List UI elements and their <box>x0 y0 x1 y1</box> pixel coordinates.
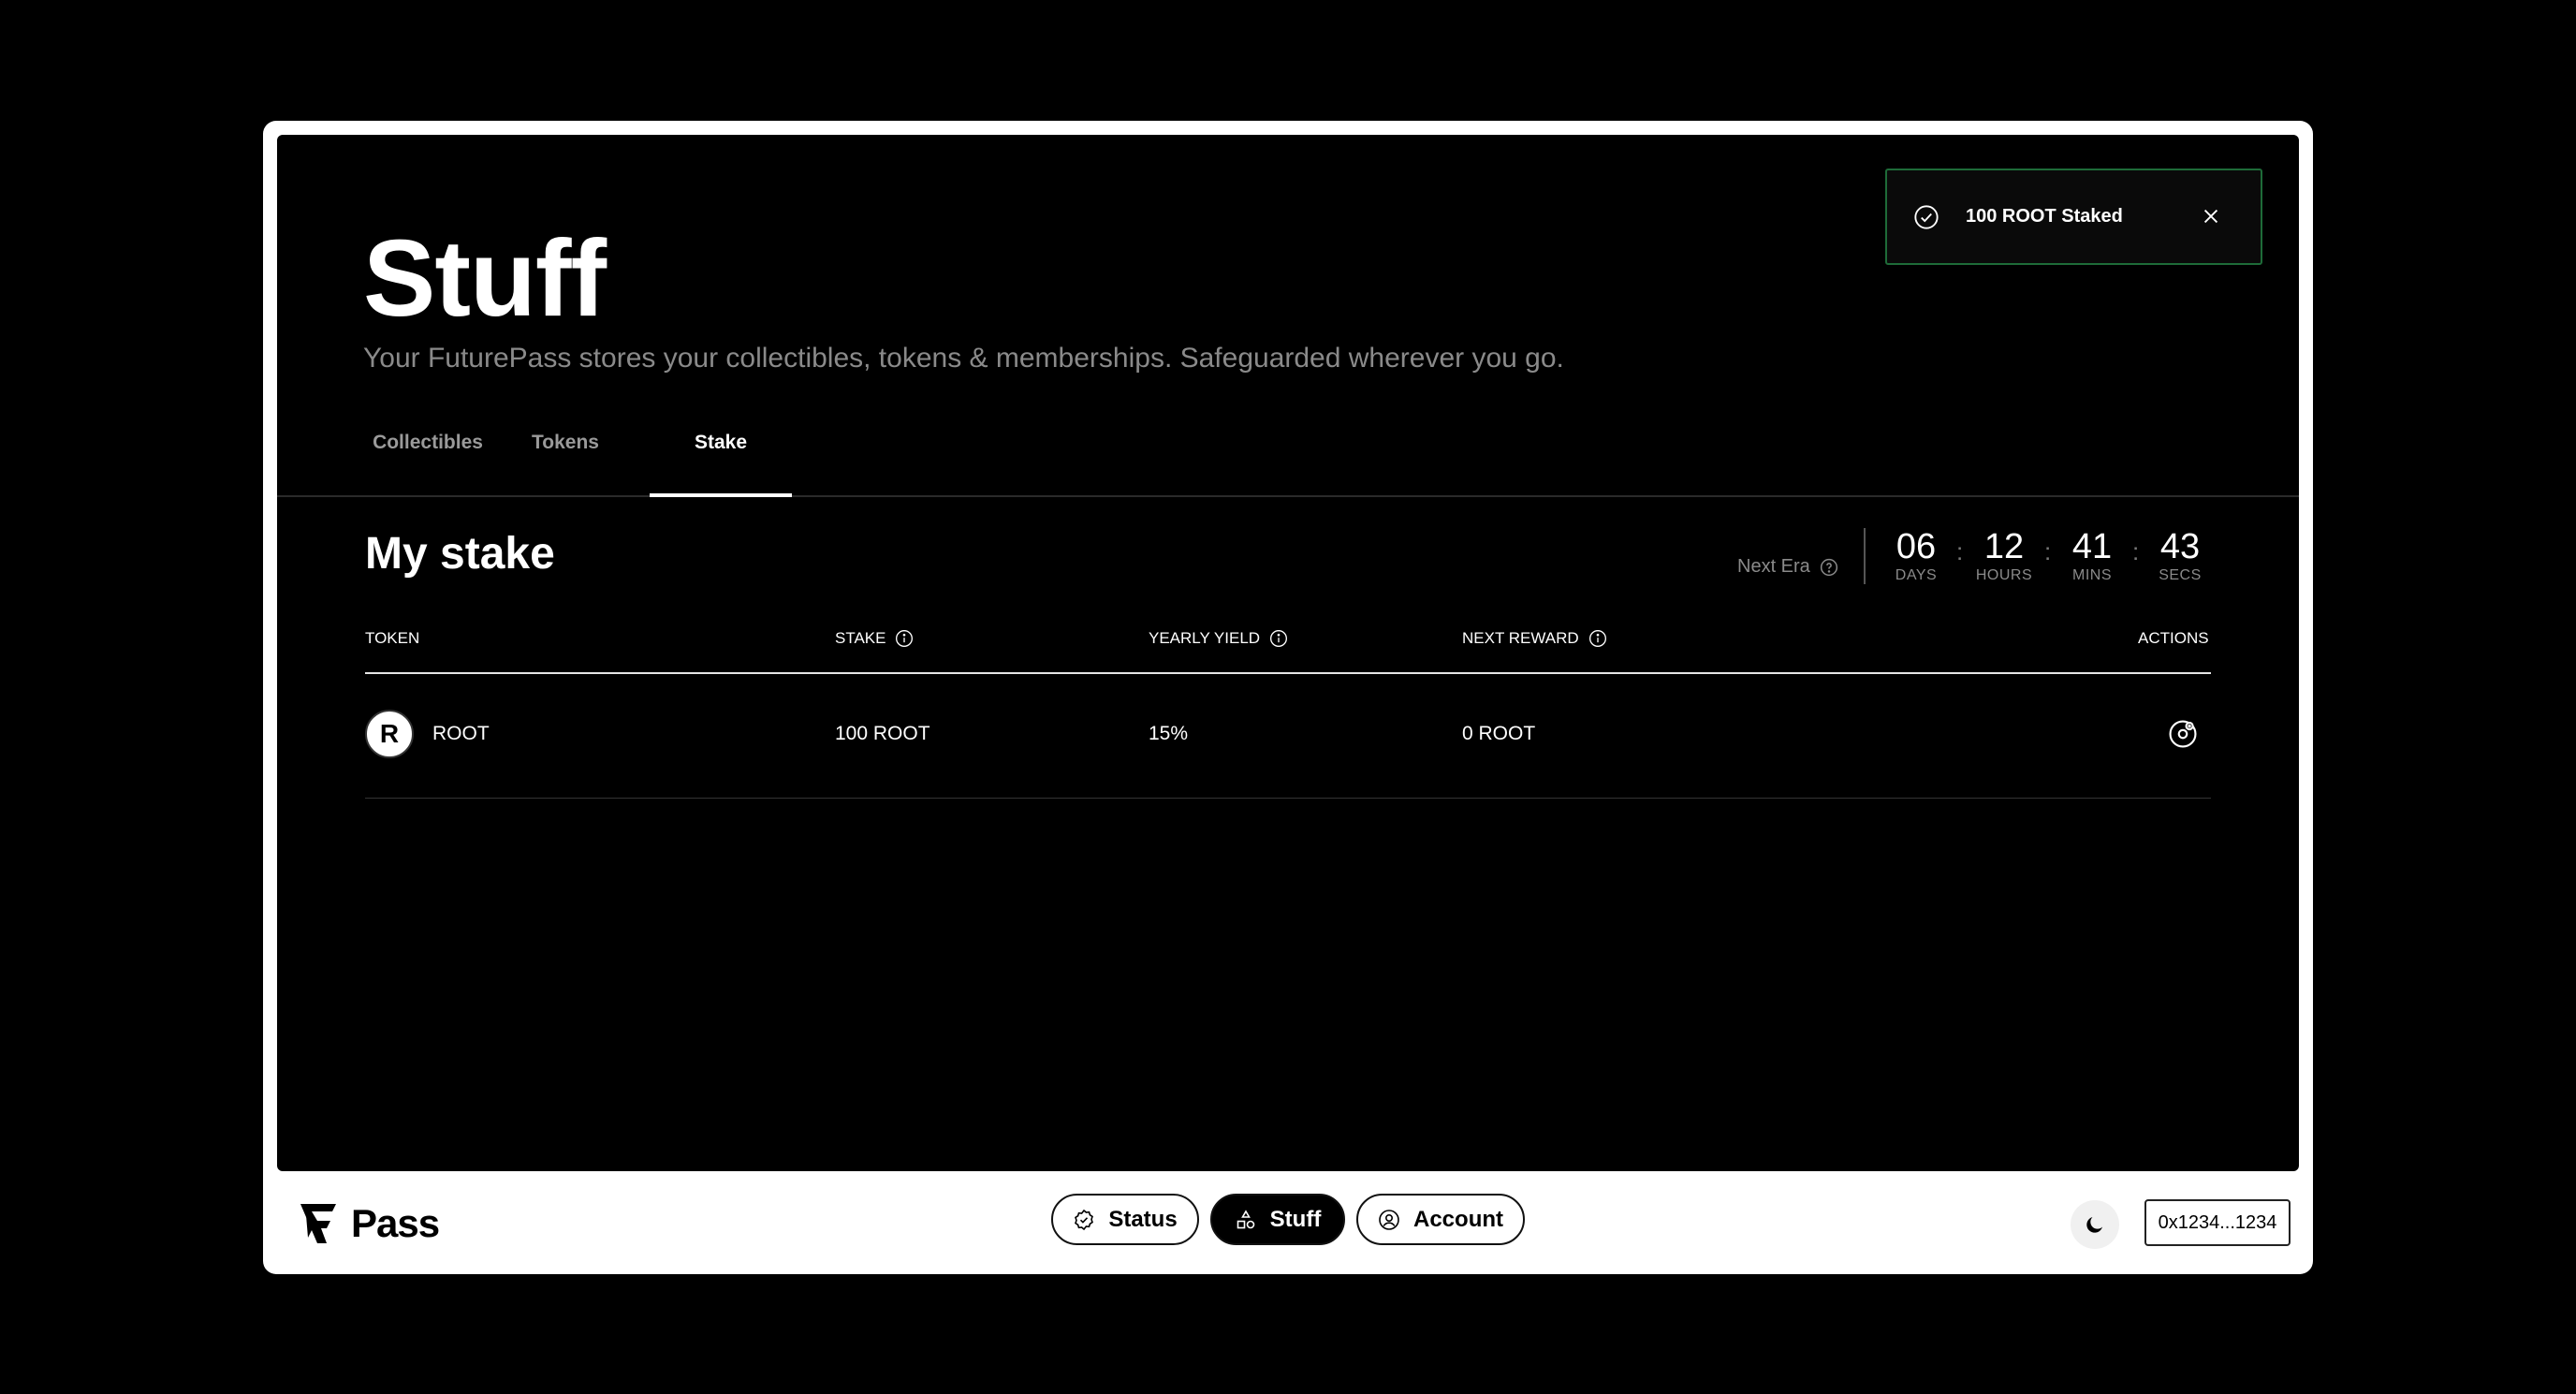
moon-icon <box>2086 1217 2102 1233</box>
table-row-divider <box>365 798 2211 799</box>
column-header-actions: ACTIONS <box>2138 629 2209 648</box>
tab-collectibles[interactable]: Collectibles <box>363 420 492 497</box>
page-subtitle: Your FuturePass stores your collectibles… <box>363 343 1564 374</box>
countdown-hours: 12 HOURS <box>1971 527 2037 584</box>
token-logo-letter: R <box>379 719 400 748</box>
close-icon[interactable] <box>2201 206 2221 227</box>
pass-logo[interactable]: Pass <box>299 1196 440 1252</box>
nav-status-label: Status <box>1108 1206 1178 1232</box>
logo-text: Pass <box>351 1201 440 1245</box>
countdown-separator: : <box>1956 537 1964 565</box>
table-cell-stake: 100 ROOT <box>835 723 930 744</box>
pass-logo-icon <box>300 1204 336 1243</box>
era-divider <box>1864 528 1866 584</box>
table-cell-next-reward: 0 ROOT <box>1462 723 1536 744</box>
page-title: Stuff <box>363 217 607 339</box>
nav-account-label: Account <box>1413 1206 1503 1232</box>
countdown-days-label: DAYS <box>1895 566 1938 583</box>
column-header-yearly-yield: YEARLY YIELD <box>1149 629 1288 648</box>
column-header-next-reward-label: NEXT REWARD <box>1462 629 1579 647</box>
countdown-hours-value: 12 <box>1983 527 2025 566</box>
toast-message: 100 ROOT Staked <box>1966 206 2123 227</box>
table-cell-token: ROOT <box>432 723 490 744</box>
tab-bar: Collectibles Tokens Stake <box>277 420 2299 497</box>
countdown-secs-value: 43 <box>2159 527 2201 566</box>
nav-stuff-button[interactable]: Stuff <box>1210 1194 1345 1245</box>
help-icon[interactable] <box>1820 558 1838 577</box>
next-era-label: Next Era <box>1737 556 1810 577</box>
countdown-mins-value: 41 <box>2071 527 2113 566</box>
tab-tokens[interactable]: Tokens <box>513 420 618 497</box>
main-panel: Stuff Your FuturePass stores your collec… <box>277 135 2299 1171</box>
countdown-days: 06 DAYS <box>1883 527 1949 584</box>
root-token-logo: R <box>365 710 414 758</box>
shapes-icon <box>1237 1209 1254 1228</box>
user-circle-icon <box>1379 1209 1399 1230</box>
countdown-separator: : <box>2044 537 2052 565</box>
tab-stake[interactable]: Stake <box>650 420 792 497</box>
wallet-address-button[interactable]: 0x1234...1234 <box>2144 1199 2291 1246</box>
section-title: My stake <box>365 529 555 579</box>
stake-settings-icon[interactable] <box>2167 718 2199 750</box>
info-icon[interactable] <box>1588 629 1607 648</box>
table-header-divider <box>365 672 2211 674</box>
countdown-hours-label: HOURS <box>1975 566 2033 583</box>
nav-stuff-label: Stuff <box>1269 1206 1322 1232</box>
column-header-next-reward: NEXT REWARD <box>1462 629 1607 648</box>
countdown-separator: : <box>2132 537 2140 565</box>
countdown-secs: 43 SECS <box>2147 527 2213 584</box>
column-header-stake-label: STAKE <box>835 629 886 647</box>
column-header-token: TOKEN <box>365 629 419 648</box>
countdown-mins: 41 MINS <box>2059 527 2125 584</box>
countdown-days-value: 06 <box>1895 527 1937 566</box>
check-circle-icon <box>1914 205 1939 229</box>
column-header-stake: STAKE <box>835 629 914 648</box>
table-cell-yearly-yield: 15% <box>1149 723 1189 744</box>
nav-account-button[interactable]: Account <box>1356 1194 1525 1245</box>
column-header-yearly-yield-label: YEARLY YIELD <box>1149 629 1261 647</box>
column-header-token-label: TOKEN <box>365 629 420 647</box>
info-icon[interactable] <box>1269 629 1288 648</box>
info-icon[interactable] <box>895 629 914 648</box>
theme-toggle-button[interactable] <box>2071 1200 2119 1249</box>
countdown-secs-label: SECS <box>2159 566 2202 583</box>
nav-status-button[interactable]: Status <box>1051 1194 1199 1245</box>
badge-check-icon <box>1075 1209 1094 1230</box>
countdown-mins-label: MINS <box>2072 566 2112 583</box>
app-frame: Stuff Your FuturePass stores your collec… <box>263 121 2313 1274</box>
column-header-actions-label: ACTIONS <box>2138 629 2209 647</box>
toast-notification: 100 ROOT Staked <box>1885 169 2262 265</box>
